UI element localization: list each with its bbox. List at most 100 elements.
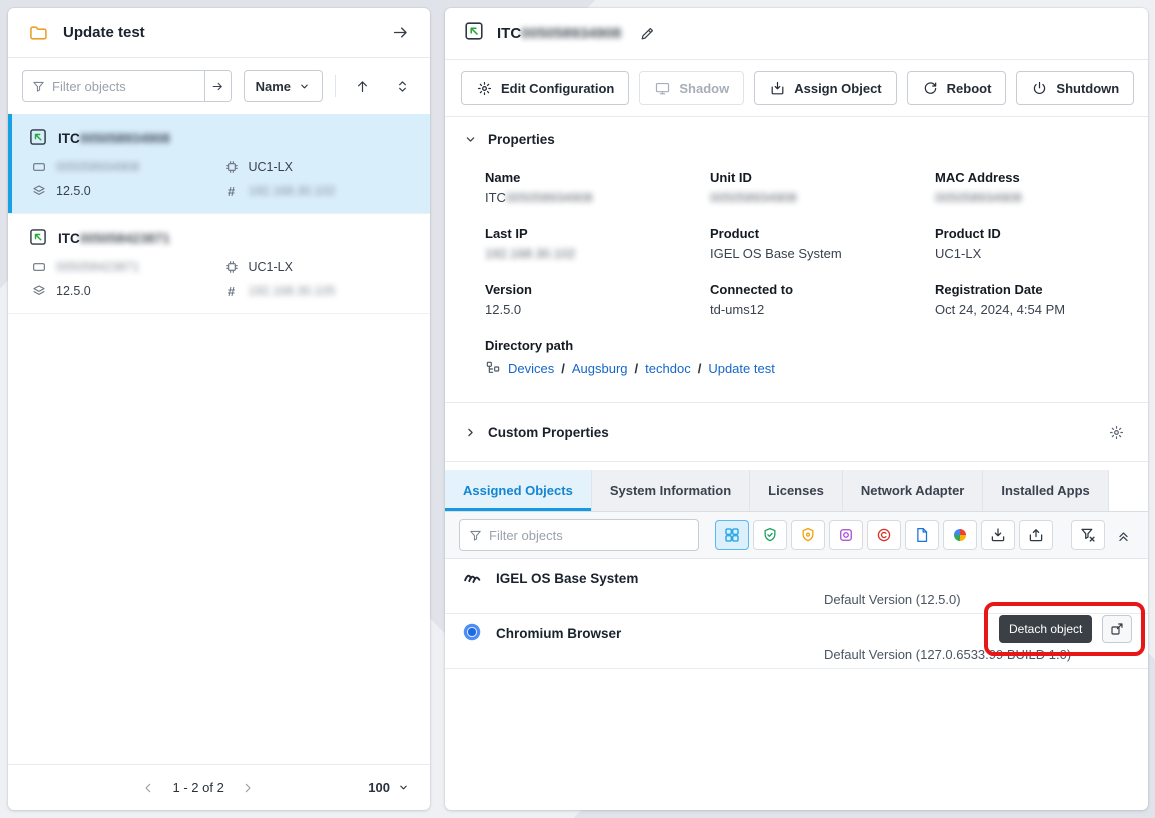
button-label: Shutdown [1056,81,1119,96]
field-connected-to: Connected to td-ums12 [710,282,935,317]
page-size-value: 100 [368,780,390,795]
filter-master-profiles-button[interactable] [791,520,825,550]
device-name: ITC005058423871 [58,231,170,246]
clear-filter-icon [1079,526,1097,544]
filter-profiles-button[interactable] [753,520,787,550]
button-label: Assign Object [794,81,881,96]
chevron-right-icon [463,425,478,440]
hide-panel-button[interactable] [386,19,414,47]
breadcrumb-link-update-test[interactable]: Update test [708,361,775,376]
properties-grid: Name ITC005058934908 Unit ID 00505893490… [445,162,1148,402]
button-label: Shadow [679,81,729,96]
sort-direction-button[interactable] [348,72,376,100]
chevron-right-icon [240,780,256,796]
breadcrumb-link-devices[interactable]: Devices [508,361,554,376]
tab-network-adapter[interactable]: Network Adapter [843,470,984,511]
detach-object-tooltip: Detach object [999,615,1092,643]
tab-system-information[interactable]: System Information [592,470,750,511]
export-button[interactable] [1019,520,1053,550]
custom-properties-section: Custom Properties [445,402,1148,462]
template-file-icon [913,526,931,544]
properties-section-header[interactable]: Properties [445,117,1148,162]
shadow-button[interactable]: Shadow [639,71,744,105]
detach-object-button[interactable] [1102,615,1132,643]
id-card-icon [31,259,47,275]
filter-grid-view-button[interactable] [715,520,749,550]
grid-view-icon [723,526,741,544]
import-button[interactable] [981,520,1015,550]
hash-icon: # [224,284,240,299]
device-list-header: Update test [8,8,430,58]
assigned-objects-toolbar [445,512,1148,559]
app-icon [837,526,855,544]
edit-configuration-button[interactable]: Edit Configuration [461,71,629,105]
gear-icon [476,80,493,97]
id-card-icon [31,159,47,175]
detail-tabs: Assigned Objects System Information Lice… [445,470,1148,512]
funnel-icon [468,528,483,543]
prev-page-button[interactable] [140,780,156,796]
hierarchy-icon [485,360,501,376]
section-title: Custom Properties [488,425,609,440]
unit-id: 005058423871 [56,260,139,274]
field-registration-date: Registration Date Oct 24, 2024, 4:54 PM [935,282,1108,317]
apply-filter-button[interactable] [204,71,231,101]
filter-firmware-button[interactable] [867,520,901,550]
breadcrumb-separator: / [561,361,565,376]
rename-device-button[interactable] [633,20,661,48]
shield-badge-icon [799,526,817,544]
ip-cell: # 192.168.30.102 [224,183,417,199]
object-name: IGEL OS Base System [496,571,638,586]
assign-object-button[interactable]: Assign Object [754,71,896,105]
field-product: Product IGEL OS Base System [710,226,935,261]
clear-filter-button[interactable] [1071,520,1105,550]
breadcrumb-link-augsburg[interactable]: Augsburg [572,361,628,376]
filter-templates-button[interactable] [905,520,939,550]
import-tray-icon [989,526,1007,544]
chevron-down-icon [298,80,311,93]
divider [335,75,336,97]
sort-dropdown[interactable]: Name [244,70,323,102]
cpu-icon [224,259,240,275]
button-label: Edit Configuration [501,81,614,96]
ip-address: 192.168.30.102 [249,184,336,198]
pagination-center: 1 - 2 of 2 [28,780,368,796]
assigned-filter-input[interactable] [483,528,698,543]
shutdown-button[interactable]: Shutdown [1016,71,1134,105]
chevron-down-icon [463,132,478,147]
product-id: UC1-LX [249,160,293,174]
version: 12.5.0 [56,184,91,198]
next-page-button[interactable] [240,780,256,796]
breadcrumb-separator: / [635,361,639,376]
app-canvas: Update test Name [0,0,1155,818]
gear-icon [1108,424,1125,441]
collapse-list-button[interactable] [1109,521,1137,549]
breadcrumb: Devices / Augsburg / techdoc / Update te… [485,360,1108,376]
tab-assigned-objects[interactable]: Assigned Objects [445,470,592,511]
layers-icon [31,283,47,299]
reboot-button[interactable]: Reboot [907,71,1007,105]
tab-licenses[interactable]: Licenses [750,470,843,511]
sort-label: Name [256,79,291,94]
shield-check-icon [761,526,779,544]
filter-apps-button[interactable] [829,520,863,550]
unfold-icon [394,78,411,95]
device-icon [28,127,48,150]
device-list-item[interactable]: ITC005058934908 005058934908 UC1-LX 12.5… [8,114,430,214]
page-size-select[interactable]: 100 [368,780,410,795]
tab-installed-apps[interactable]: Installed Apps [983,470,1108,511]
device-name-row: ITC005058423871 [28,227,416,250]
device-list-item[interactable]: ITC005058423871 005058423871 UC1-LX 12.5… [8,214,430,314]
arrow-up-icon [354,78,371,95]
collapse-all-button[interactable] [388,72,416,100]
detach-icon [1109,621,1125,637]
filter-objects-input[interactable] [46,79,204,94]
more-actions-button[interactable] [1144,74,1148,102]
monitor-icon [654,80,671,97]
breadcrumb-link-techdoc[interactable]: techdoc [645,361,691,376]
arrow-right-icon [210,79,225,94]
custom-properties-settings-button[interactable] [1102,418,1130,446]
custom-properties-header[interactable]: Custom Properties [445,403,1148,461]
filter-statistics-button[interactable] [943,520,977,550]
chromium-icon [461,621,483,646]
